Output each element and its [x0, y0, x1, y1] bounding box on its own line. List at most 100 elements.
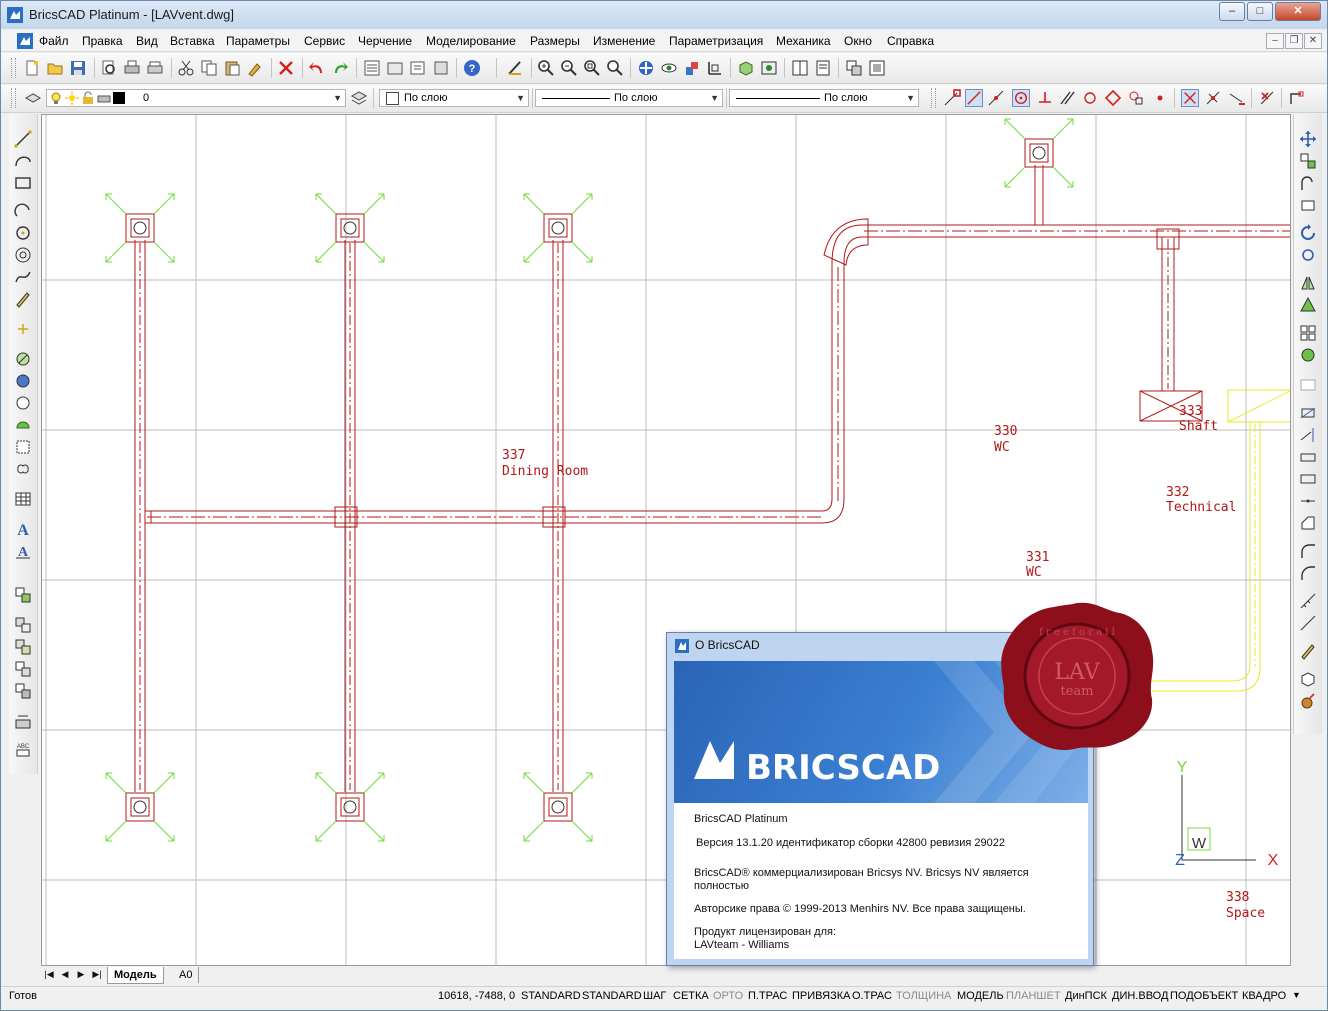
named-views-icon[interactable]: [683, 59, 701, 77]
snap-quadrant-icon[interactable]: [1104, 89, 1122, 107]
menu-dimensions[interactable]: Размеры: [530, 34, 580, 48]
fillet-3d-icon[interactable]: [1299, 564, 1317, 582]
dimension-aligned-icon[interactable]: [1299, 614, 1317, 632]
zoom-in-icon[interactable]: [537, 59, 555, 77]
text-tool-icon[interactable]: A: [14, 542, 32, 560]
menu-help[interactable]: Справка: [887, 34, 934, 48]
menu-window[interactable]: Окно: [844, 34, 872, 48]
status-toggle-15[interactable]: КВАДРО: [1242, 990, 1286, 1002]
status-toggle-7[interactable]: ПРИВЯЗКА: [792, 990, 850, 1002]
menu-parametric[interactable]: Параметризация: [669, 34, 763, 48]
rotate-icon[interactable]: [1299, 224, 1317, 242]
first-tab-icon[interactable]: |◀: [43, 968, 55, 980]
delete-icon[interactable]: [277, 59, 295, 77]
snap-extension-icon[interactable]: [1228, 89, 1246, 107]
polyline-tool-icon[interactable]: [14, 152, 32, 170]
help-icon[interactable]: ?: [463, 59, 481, 77]
rotate-3d-icon[interactable]: [1299, 246, 1317, 264]
menu-edit[interactable]: Правка: [82, 34, 123, 48]
sketch-icon[interactable]: [506, 59, 524, 77]
3d-view-icon[interactable]: [737, 59, 755, 77]
last-tab-icon[interactable]: ▶|: [91, 968, 103, 980]
layer-manager-icon[interactable]: [350, 89, 368, 107]
snap-tangent-icon[interactable]: [1081, 89, 1099, 107]
bomb-icon[interactable]: [1299, 692, 1317, 710]
linetype-dropdown[interactable]: По слою ▼: [535, 89, 723, 107]
scale-icon[interactable]: [1299, 296, 1317, 314]
spell-check-icon[interactable]: ABC: [14, 740, 32, 758]
freehand-tool-icon[interactable]: [14, 290, 32, 308]
boundary-tool-icon[interactable]: [14, 394, 32, 412]
color-dropdown[interactable]: По слою ▼: [379, 89, 529, 107]
break-icon[interactable]: [1299, 448, 1317, 466]
status-toggle-1[interactable]: STANDARD: [521, 990, 581, 1002]
snap-perpendicular-icon[interactable]: [1036, 89, 1054, 107]
match-properties-icon[interactable]: [246, 59, 264, 77]
menu-file[interactable]: Файл: [39, 34, 69, 48]
tab-a0[interactable]: A0: [173, 967, 200, 983]
status-toggle-4[interactable]: СЕТКА: [673, 990, 709, 1002]
zoom-window-icon[interactable]: [583, 59, 601, 77]
copy-icon[interactable]: [200, 59, 218, 77]
fillet-icon[interactable]: [1299, 542, 1317, 560]
gradient-tool-icon[interactable]: [14, 372, 32, 390]
status-toggle-9[interactable]: ТОЛЩИНА: [896, 990, 951, 1002]
wipeout-tool-icon[interactable]: [14, 438, 32, 456]
plot-icon[interactable]: [146, 59, 164, 77]
chamfer-icon[interactable]: [1299, 514, 1317, 532]
mirror-3d-icon[interactable]: [1299, 274, 1317, 292]
move-icon[interactable]: [1299, 130, 1317, 148]
snap-apparent-icon[interactable]: [1204, 89, 1222, 107]
status-toggle-2[interactable]: STANDARD: [582, 990, 642, 1002]
menu-tools[interactable]: Сервис: [304, 34, 345, 48]
menu-draw[interactable]: Черчение: [358, 34, 412, 48]
status-toggle-3[interactable]: ШАГ: [643, 990, 666, 1002]
cut-icon[interactable]: [177, 59, 195, 77]
point-tool-icon[interactable]: [14, 320, 32, 338]
snap-midpoint-icon[interactable]: [965, 89, 983, 107]
menu-settings[interactable]: Параметры: [226, 34, 290, 48]
next-tab-icon[interactable]: ▶: [75, 968, 87, 980]
zoom-extents-icon[interactable]: [606, 59, 624, 77]
menu-insert[interactable]: Вставка: [170, 34, 215, 48]
join-icon[interactable]: [1299, 470, 1317, 488]
close-button[interactable]: ✕: [1275, 2, 1321, 21]
circle-tool-icon[interactable]: [14, 224, 32, 242]
revcloud-tool-icon[interactable]: [14, 460, 32, 478]
paste-icon[interactable]: [223, 59, 241, 77]
maximize-button[interactable]: □: [1247, 2, 1273, 21]
snap-center-icon[interactable]: [1012, 89, 1030, 107]
design-center-icon[interactable]: [386, 59, 404, 77]
explode-icon[interactable]: [1299, 670, 1317, 688]
status-toggle-10[interactable]: МОДЕЛЬ: [957, 990, 1004, 1002]
dimension-linear-icon[interactable]: [1299, 592, 1317, 610]
layout-icon[interactable]: [814, 59, 832, 77]
status-toggle-5[interactable]: ОРТО: [713, 990, 743, 1002]
document-icon[interactable]: [17, 33, 33, 49]
mdi-minimize-button[interactable]: –: [1266, 33, 1284, 49]
mirror-icon[interactable]: [1299, 196, 1317, 214]
status-toggle-12[interactable]: ДинПСК: [1065, 990, 1107, 1002]
offset-icon[interactable]: [1299, 174, 1317, 192]
viewports-icon[interactable]: [791, 59, 809, 77]
copy-tool-icon[interactable]: [14, 638, 32, 656]
status-toggle-13[interactable]: ДИН.ВВОД: [1112, 990, 1168, 1002]
menu-modify[interactable]: Изменение: [593, 34, 655, 48]
toolbar-grip[interactable]: [11, 58, 16, 78]
extend-icon[interactable]: [1299, 426, 1317, 444]
array-icon[interactable]: [1299, 324, 1317, 342]
spline-tool-icon[interactable]: [14, 268, 32, 286]
xref-icon[interactable]: [845, 59, 863, 77]
ucs-icon[interactable]: [706, 59, 724, 77]
prev-tab-icon[interactable]: ◀: [59, 968, 71, 980]
status-toggle-11[interactable]: ПЛАНШЕТ: [1006, 990, 1061, 1002]
minimize-button[interactable]: –: [1219, 2, 1245, 21]
toolbar-grip[interactable]: [11, 88, 16, 108]
status-toggle-8[interactable]: О.ТРАС: [852, 990, 892, 1002]
array-tool-icon[interactable]: [14, 616, 32, 634]
new-file-icon[interactable]: [23, 59, 41, 77]
layer-states-icon[interactable]: [24, 89, 42, 107]
snap-nearest-icon[interactable]: [987, 89, 1005, 107]
mdi-restore-button[interactable]: ❐: [1285, 33, 1303, 49]
save-icon[interactable]: [69, 59, 87, 77]
